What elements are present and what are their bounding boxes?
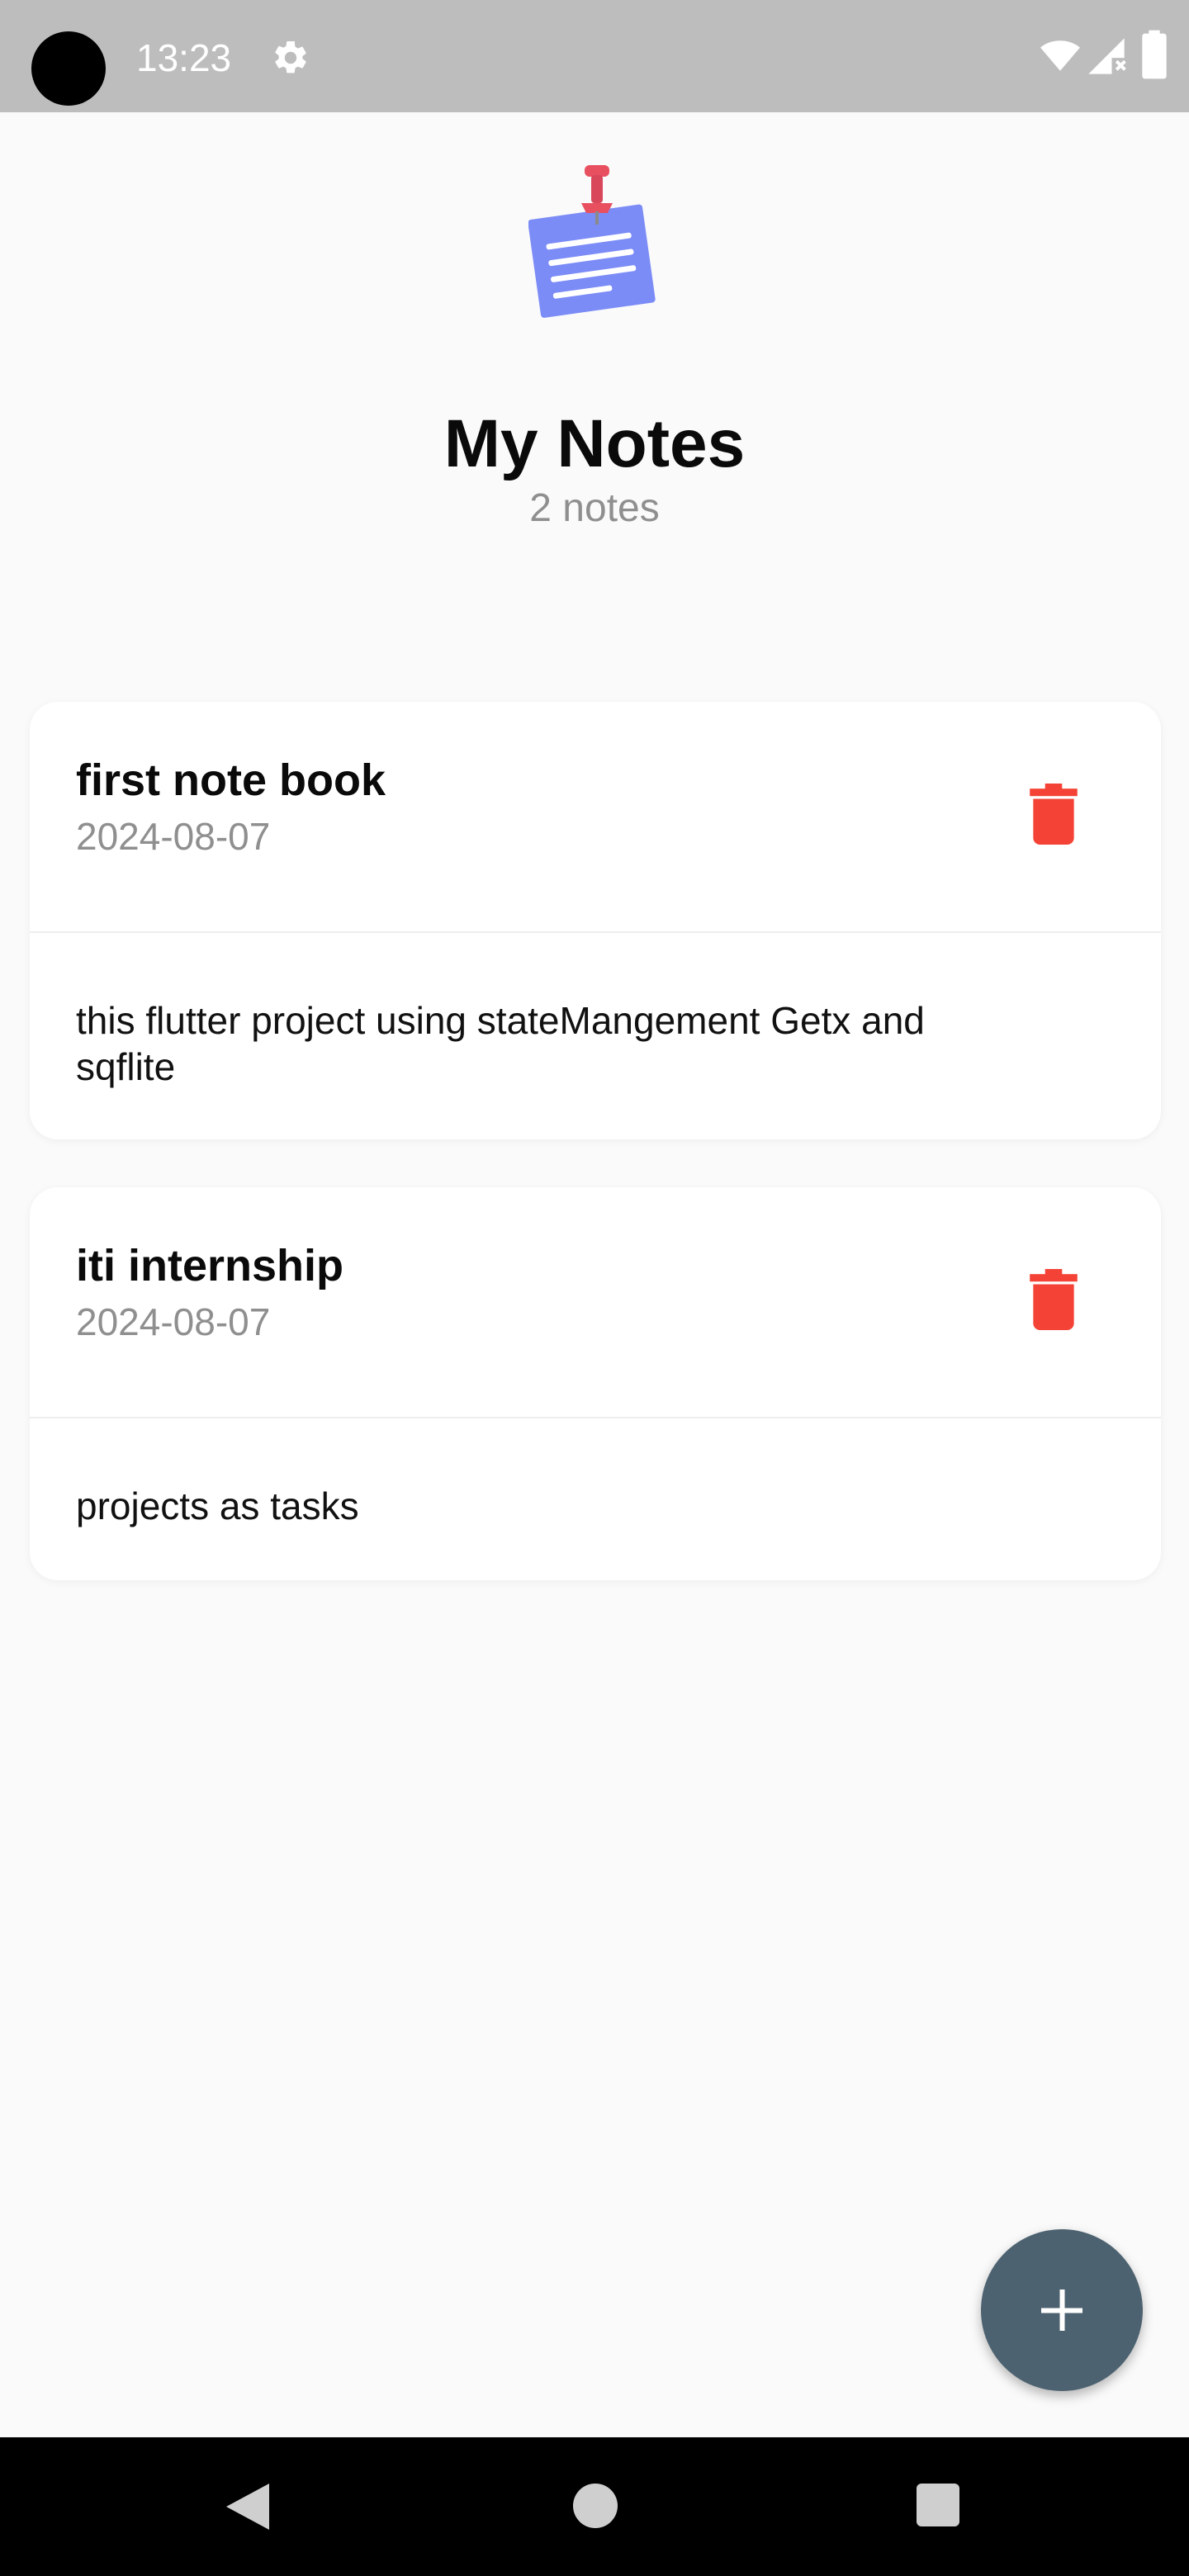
trash-icon [1030,1269,1078,1330]
note-date: 2024-08-07 [76,1300,271,1343]
note-card-header: iti internship 2024-08-07 [30,1187,1161,1418]
gear-icon [275,40,306,73]
note-title: first note book [76,755,386,805]
notes-logo-icon [528,165,656,318]
note-body: this flutter project using stateMangemen… [76,999,925,1088]
signal-icon [1088,38,1126,74]
note-title: iti internship [76,1241,343,1290]
note-count: 2 notes [529,486,660,530]
delete-note-button[interactable] [1012,1258,1095,1341]
camera-cutout [31,31,106,106]
navigation-bar [0,2437,1189,2576]
home-icon[interactable] [573,2484,618,2528]
back-icon[interactable] [223,2480,272,2533]
trash-icon [1030,784,1078,845]
status-time: 13:23 [136,36,232,79]
recents-icon[interactable] [917,2484,959,2526]
battery-icon [1142,30,1167,79]
note-date: 2024-08-07 [76,815,271,858]
note-card-header: first note book 2024-08-07 [30,702,1161,933]
note-card[interactable]: iti internship 2024-08-07 projects as ta… [30,1187,1161,1580]
plus-icon [1041,2290,1082,2331]
page-title: My Notes [443,406,746,481]
note-card[interactable]: first note book 2024-08-07 this flutter … [30,702,1161,1139]
status-bar: 13:23 [0,0,1189,112]
delete-note-button[interactable] [1012,773,1095,855]
note-body: projects as tasks [76,1485,359,1527]
add-note-button[interactable] [981,2229,1143,2391]
wifi-icon [1040,40,1080,71]
